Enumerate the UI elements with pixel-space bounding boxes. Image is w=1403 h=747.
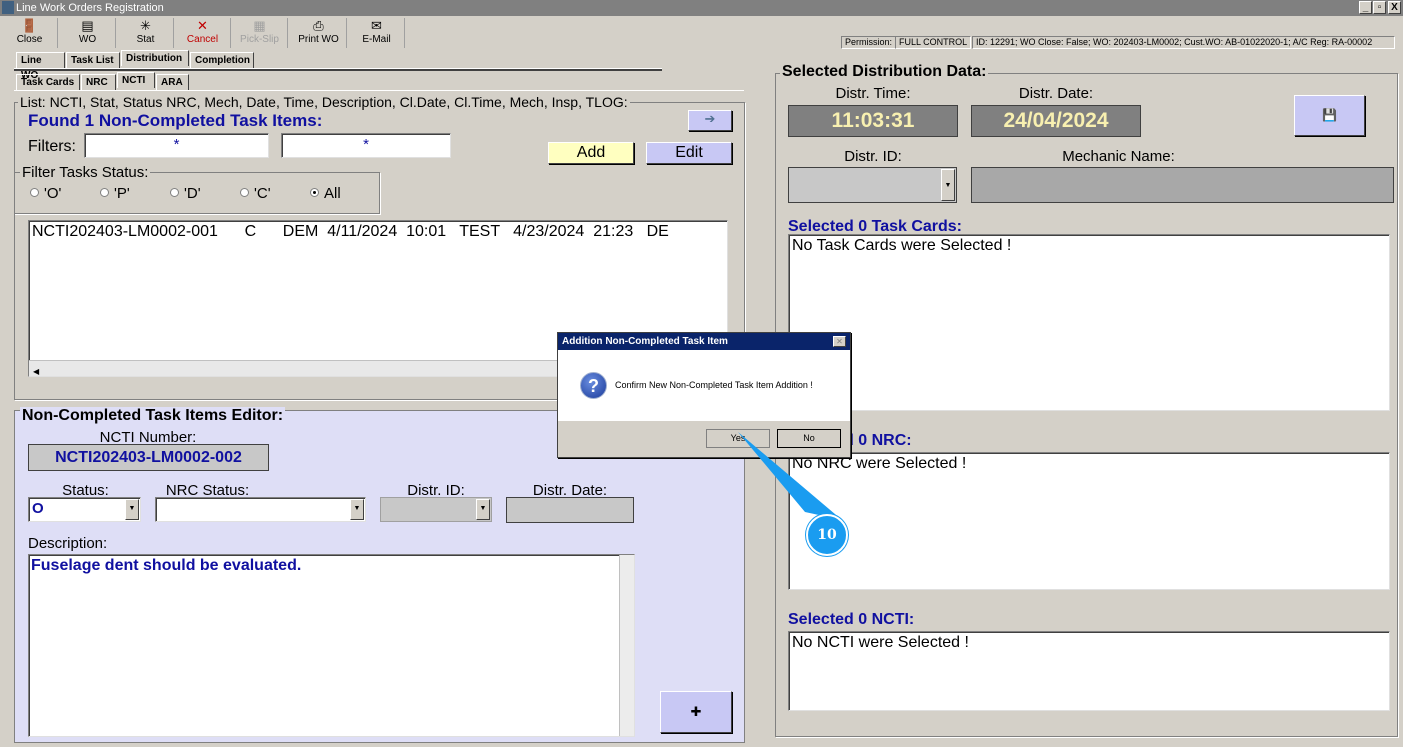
cancel-icon: ✕ xyxy=(197,18,208,33)
chevron-down-icon: ▼ xyxy=(125,499,139,520)
permission-value: FULL CONTROL xyxy=(895,36,972,49)
distr-id-select[interactable]: ▼ xyxy=(788,167,957,203)
wo-info: ID: 12291; WO Close: False; WO: 202403-L… xyxy=(972,36,1395,49)
subtab-ara[interactable]: ARA xyxy=(156,74,189,90)
chevron-down-icon: ▼ xyxy=(350,499,364,520)
toolbar-close-button[interactable]: 🚪 Close xyxy=(2,18,58,48)
ncti-selected-list[interactable]: No NCTI were Selected ! xyxy=(788,631,1390,711)
ncti-title: Selected 0 NCTI: xyxy=(788,611,915,628)
dialog-title: Addition Non-Completed Task Item xyxy=(558,333,850,350)
printer-icon: ⎙ xyxy=(313,18,324,33)
permission-label: Permission: xyxy=(841,36,897,49)
distr-date: 24/04/2024 xyxy=(971,105,1141,137)
radio-status-3[interactable]: 'C' xyxy=(240,185,271,202)
distr-id-label: Distr. ID: xyxy=(844,148,902,165)
editor-distr-id-select[interactable]: ▼ xyxy=(380,497,492,522)
nrc-status-select[interactable]: ▼ xyxy=(155,497,366,522)
list-item[interactable]: NCTI202403-LM0002-001 C DEM 4/11/2024 10… xyxy=(32,223,724,241)
status-select[interactable]: O ▼ xyxy=(28,497,141,522)
distr-time-label: Distr. Time: xyxy=(835,85,911,102)
close-window-button[interactable]: X xyxy=(1388,1,1401,14)
vertical-scrollbar[interactable] xyxy=(619,555,634,736)
dialog-message: Confirm New Non-Completed Task Item Addi… xyxy=(615,380,813,390)
subtab-divider xyxy=(14,90,744,91)
filter-input-2[interactable]: * xyxy=(281,133,451,158)
tab-line-wo[interactable]: Line WO xyxy=(16,52,65,81)
found-count: Found 1 Non-Completed Task Items: xyxy=(28,111,323,130)
save-button[interactable]: 💾 xyxy=(1294,95,1365,136)
add-ncti-button[interactable]: ✚ xyxy=(660,691,732,733)
status-filter-label: Filter Tasks Status: xyxy=(20,164,151,181)
description-textarea[interactable]: Fuselage dent should be evaluated. xyxy=(28,554,635,737)
toolbar-cancel-button[interactable]: ✕ Cancel xyxy=(175,18,231,48)
task-cards-list[interactable]: No Task Cards were Selected ! xyxy=(788,234,1390,411)
wo-icon: ▤ xyxy=(81,18,94,33)
filters-label: Filters: xyxy=(28,138,76,155)
filter-input-1[interactable]: * xyxy=(84,133,269,158)
tab-divider xyxy=(14,68,662,71)
stat-icon: ✳ xyxy=(140,18,151,33)
dialog-close-button[interactable]: ✕ xyxy=(833,336,846,347)
radio-status-1[interactable]: 'P' xyxy=(100,185,130,202)
subtab-ncti[interactable]: NCTI xyxy=(117,72,155,88)
question-icon: ? xyxy=(580,372,607,399)
edit-button[interactable]: Edit xyxy=(646,142,732,164)
arrow-button[interactable]: ➔ xyxy=(688,110,732,131)
pick-slip-icon: ▦ xyxy=(253,18,266,33)
mechanic-name xyxy=(971,167,1394,203)
add-button[interactable]: Add xyxy=(548,142,634,164)
step-callout: 10 xyxy=(806,514,848,556)
chevron-down-icon: ▼ xyxy=(941,169,955,201)
door-exit-icon: 🚪 xyxy=(21,18,38,33)
subtab-nrc[interactable]: NRC xyxy=(81,74,116,90)
toolbar-print-wo-button[interactable]: ⎙ Print WO xyxy=(291,18,347,48)
minimize-button[interactable]: _ xyxy=(1359,1,1372,14)
radio-status-4[interactable]: All xyxy=(310,185,341,202)
description-label: Description: xyxy=(28,535,108,552)
chevron-down-icon: ▼ xyxy=(476,499,490,520)
distribution-title: Selected Distribution Data: xyxy=(780,63,989,81)
list-group-label: List: NCTI, Stat, Status NRC, Mech, Date… xyxy=(18,94,630,110)
toolbar-wo-button[interactable]: ▤ WO xyxy=(60,18,116,48)
radio-status-2[interactable]: 'D' xyxy=(170,185,201,202)
restore-button[interactable]: ▫ xyxy=(1373,1,1386,14)
tab-distribution[interactable]: Distribution xyxy=(121,50,189,66)
editor-title: Non-Completed Task Items Editor: xyxy=(20,407,286,425)
floppy-disk-icon: 💾 xyxy=(1322,108,1337,122)
mechanic-name-label: Mechanic Name: xyxy=(1062,148,1175,165)
tab-task-list[interactable]: Task List xyxy=(66,52,120,68)
distr-date-label: Distr. Date: xyxy=(1018,85,1094,102)
title-bar: Line Work Orders Registration xyxy=(0,0,1403,16)
toolbar-pick-slip-button[interactable]: ▦ Pick-Slip xyxy=(232,18,288,48)
app-icon xyxy=(2,1,14,14)
window-title: Line Work Orders Registration xyxy=(16,2,164,14)
toolbar-stat-button[interactable]: ✳ Stat xyxy=(118,18,174,48)
subtab-task-cards[interactable]: Task Cards xyxy=(16,74,80,90)
distr-time: 11:03:31 xyxy=(788,105,958,137)
email-icon: ✉ xyxy=(371,18,382,33)
editor-distr-date xyxy=(506,497,634,523)
toolbar-e-mail-button[interactable]: ✉ E-Mail xyxy=(349,18,405,48)
tab-completion[interactable]: Completion xyxy=(190,52,254,68)
ncti-number: NCTI202403-LM0002-002 xyxy=(28,444,269,471)
nrc-list[interactable]: No NRC were Selected ! xyxy=(788,452,1390,590)
radio-status-0[interactable]: 'O' xyxy=(30,185,61,202)
